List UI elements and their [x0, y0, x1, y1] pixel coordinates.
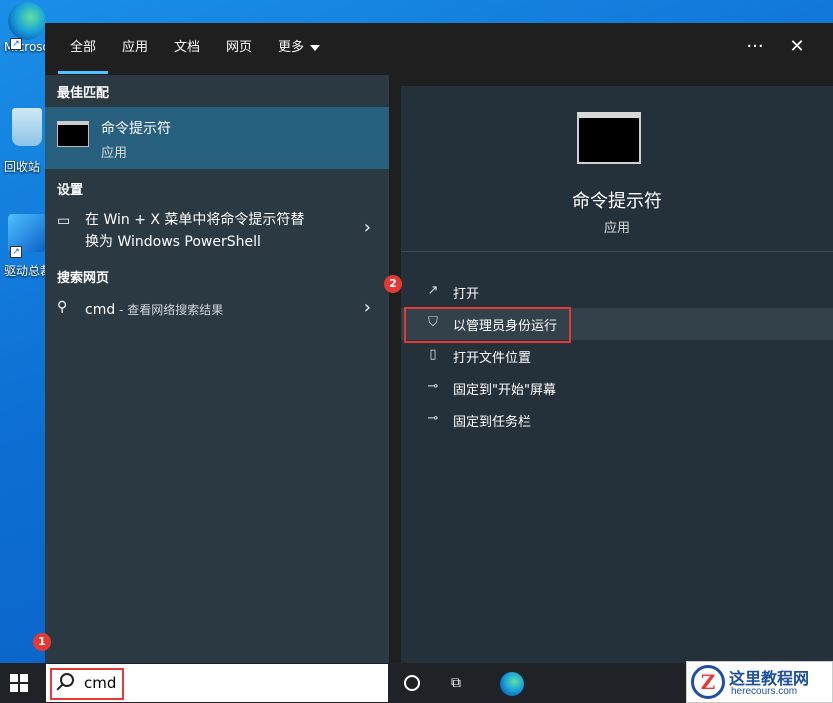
- detail-subtitle: 应用: [603, 221, 630, 236]
- web-search-suffix: - 查看网络搜索结果: [115, 303, 224, 317]
- desktop-icon-driver[interactable]: ↗ 驱动总裁: [0, 214, 46, 279]
- shortcut-arrow-icon: ↗: [10, 38, 22, 50]
- detail-pane: 命令提示符 应用 ↗ 打开 ⛉ 以管理员身份运行 ▯ 打开文件位置 ⊸ 固定到"…: [401, 86, 833, 663]
- action-run-as-admin[interactable]: ⛉ 以管理员身份运行: [401, 308, 833, 340]
- action-open-file-location[interactable]: ▯ 打开文件位置: [401, 340, 833, 372]
- action-pin-to-start[interactable]: ⊸ 固定到"开始"屏幕: [401, 372, 833, 404]
- pin-icon: ⊸: [427, 379, 439, 394]
- edge-taskbar-icon[interactable]: [500, 672, 524, 696]
- action-open[interactable]: ↗ 打开: [401, 276, 833, 308]
- shield-icon: ⛉: [428, 315, 438, 330]
- search-icon: ⚲: [57, 299, 68, 315]
- step-badge-2: 2: [384, 275, 402, 293]
- shortcut-arrow-icon: ↗: [10, 246, 22, 258]
- tab-documents[interactable]: 文档: [174, 39, 200, 57]
- settings-header: 设置: [57, 183, 84, 198]
- desktop-icon-label: Microsoft Edge: [4, 40, 46, 54]
- more-options-button[interactable]: ···: [743, 35, 767, 59]
- chevron-down-icon: [310, 44, 321, 51]
- task-view-icon[interactable]: ⧉: [451, 675, 469, 691]
- watermark: Z 这里教程网 herecours.com: [686, 661, 833, 703]
- windows-start-button[interactable]: [10, 674, 28, 692]
- settings-menu-icon: ▭: [57, 213, 71, 229]
- tab-apps[interactable]: 应用: [122, 39, 148, 57]
- pin-icon: ⊸: [427, 411, 439, 426]
- tab-more[interactable]: 更多: [278, 39, 321, 57]
- action-label: 以管理员身份运行: [453, 319, 558, 334]
- web-search-item[interactable]: ⚲ cmd - 查看网络搜索结果 ›: [45, 297, 389, 325]
- best-match-title: 命令提示符: [101, 121, 171, 137]
- chevron-right-icon: ›: [363, 217, 371, 238]
- web-search-query: cmd: [85, 302, 116, 318]
- search-panel: 全部 应用 文档 网页 更多 ··· ✕ 最佳匹配 命令提示符 应用 设置 ▭ …: [45, 23, 833, 663]
- settings-item-powershell[interactable]: ▭ 在 Win + X 菜单中将命令提示符替 换为 Windows PowerS…: [45, 207, 389, 255]
- command-prompt-icon: [57, 121, 89, 147]
- action-label: 打开文件位置: [453, 351, 532, 366]
- windows-logo-icon: [10, 674, 18, 682]
- action-label: 打开: [453, 287, 480, 302]
- watermark-logo: Z: [691, 665, 725, 699]
- cortana-icon[interactable]: [404, 675, 420, 691]
- step-badge-1: 1: [33, 633, 51, 651]
- action-pin-to-taskbar[interactable]: ⊸ 固定到任务栏: [401, 404, 833, 436]
- search-tabs-bar: 全部 应用 文档 网页 更多 ··· ✕: [45, 23, 833, 75]
- search-icon: [60, 673, 74, 687]
- best-match-subtitle: 应用: [101, 146, 128, 161]
- action-label: 固定到任务栏: [453, 415, 532, 430]
- desktop-icon-label: 回收站: [4, 160, 41, 174]
- detail-title: 命令提示符: [572, 191, 662, 212]
- desktop-icon-label: 驱动总裁: [4, 264, 46, 278]
- close-button[interactable]: ✕: [785, 35, 809, 59]
- recycle-bin-icon: [12, 108, 42, 146]
- tab-all[interactable]: 全部: [57, 39, 109, 74]
- web-search-text: cmd - 查看网络搜索结果: [85, 299, 223, 321]
- settings-item-line2: 换为 Windows PowerShell: [85, 234, 261, 250]
- open-icon: ↗: [427, 283, 439, 298]
- command-prompt-large-icon: [577, 112, 641, 164]
- results-list: 最佳匹配 命令提示符 应用 设置 ▭ 在 Win + X 菜单中将命令提示符替 …: [45, 75, 389, 663]
- desktop-icon-recycle-bin[interactable]: 回收站: [0, 108, 46, 175]
- settings-item-line1: 在 Win + X 菜单中将命令提示符替: [85, 212, 305, 228]
- search-input[interactable]: [84, 672, 374, 694]
- web-search-header: 搜索网页: [57, 271, 110, 286]
- chevron-right-icon: ›: [363, 297, 371, 318]
- edge-icon: [8, 2, 46, 40]
- desktop-icon-edge[interactable]: ↗ Microsoft Edge: [0, 2, 46, 55]
- action-label: 固定到"开始"屏幕: [453, 383, 556, 398]
- tab-web[interactable]: 网页: [226, 39, 252, 57]
- taskbar-search-box[interactable]: [46, 664, 388, 702]
- best-match-item[interactable]: 命令提示符 应用: [45, 107, 389, 169]
- divider: [401, 251, 833, 252]
- best-match-header: 最佳匹配: [57, 86, 110, 101]
- watermark-url: herecours.com: [731, 686, 798, 697]
- file-location-icon: ▯: [429, 347, 437, 362]
